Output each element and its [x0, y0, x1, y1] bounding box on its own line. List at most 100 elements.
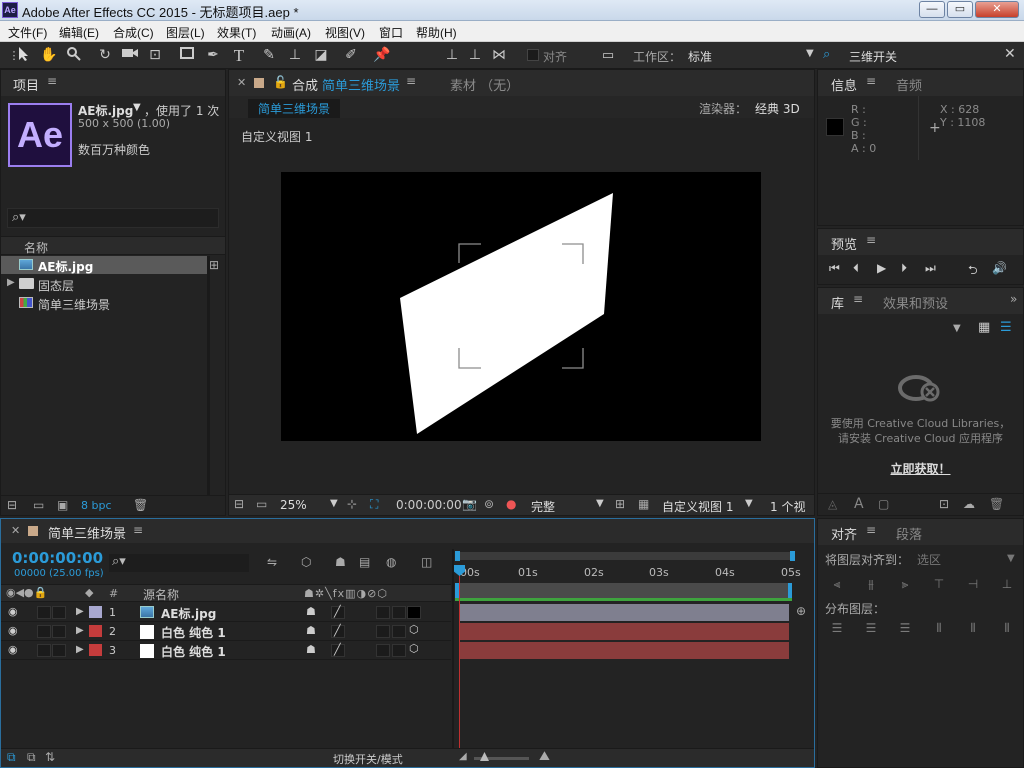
distribute-bottom-icon[interactable]: ☰ — [897, 621, 913, 635]
align-to-dropdown-icon[interactable]: ▼ — [1007, 553, 1015, 564]
timeline-current-time[interactable]: 0:00:00:00 — [12, 549, 103, 567]
distribute-left-icon[interactable]: ⦀ — [931, 621, 947, 635]
distribute-vertical-center-icon[interactable]: ☰ — [863, 621, 879, 635]
active-composition-chip[interactable]: 简单三维场景 — [248, 99, 341, 118]
composition-viewer[interactable] — [281, 172, 761, 441]
menu-animation[interactable]: 动画(A) — [271, 24, 311, 41]
hand-tool-icon[interactable]: ✋ — [39, 46, 59, 65]
transparency-grid-icon[interactable]: ⊞ — [615, 497, 625, 511]
clear-search-icon[interactable]: ✕ — [1004, 46, 1016, 62]
type-tool-icon[interactable]: T — [229, 46, 249, 65]
name-column-header[interactable]: 名称 — [24, 239, 48, 256]
distribute-horizontal-center-icon[interactable]: ⦀ — [965, 621, 981, 635]
loop-icon[interactable]: ⮌ — [968, 261, 978, 282]
menu-edit[interactable]: 编辑(E) — [59, 24, 99, 41]
audio-tab[interactable]: 音频 — [896, 75, 922, 94]
3d-layer-switch[interactable] — [392, 606, 406, 619]
timeline-search-input[interactable]: ⌕▾ — [109, 554, 249, 572]
align-right-icon[interactable]: ⫸ — [897, 577, 913, 591]
expand-triangle-icon[interactable]: ▶ — [7, 277, 15, 288]
project-tab[interactable]: 项目 — [13, 75, 39, 94]
project-scrollbar[interactable] — [207, 256, 210, 502]
checkerboard-icon[interactable]: ▦ — [638, 497, 649, 511]
menu-view[interactable]: 视图(V) — [325, 24, 365, 41]
bit-depth-button[interactable]: 8 bpc — [81, 499, 112, 512]
in-out-pane-icon[interactable]: ⇅ — [45, 750, 55, 764]
view-dropdown-icon[interactable]: ▼ — [745, 498, 753, 509]
align-tab[interactable]: 对齐 — [831, 524, 857, 543]
expand-layer-icon[interactable]: ▶ — [76, 606, 84, 617]
time-ruler[interactable]: 00s 01s 02s 03s 04s 05s — [455, 563, 801, 583]
work-area-end[interactable] — [788, 583, 792, 598]
layer-switches-pane-icon[interactable]: ⧉ — [7, 750, 16, 765]
rotate-tool-icon[interactable]: ↻ — [95, 46, 115, 65]
project-row-folder[interactable]: ▶ 固态层 — [1, 275, 207, 293]
visibility-eye-icon[interactable]: ◉ — [8, 624, 18, 637]
visibility-eye-icon[interactable]: ◉ — [8, 643, 18, 656]
adjustment-switch[interactable] — [376, 644, 390, 657]
menu-effect[interactable]: 效果(T) — [217, 24, 256, 41]
brush-tool-icon[interactable]: ✎ — [259, 46, 279, 65]
3d-layer-cube-icon[interactable]: ⬡ — [409, 642, 419, 655]
minimize-button[interactable]: — — [919, 1, 945, 18]
local-axis-mode-icon[interactable]: ⊥ — [442, 46, 462, 65]
add-graphic-icon[interactable]: ▢ — [878, 497, 889, 511]
close-timeline-icon[interactable]: ✕ — [11, 524, 20, 537]
layer-row[interactable]: ◉ ▶ 2 白色 纯色 1 ☗ ╱ ⬡ — [1, 622, 451, 641]
shy-switch-icon[interactable]: ☗ — [306, 605, 316, 618]
lock-icon[interactable]: 🔓 — [273, 75, 288, 89]
channel-icon[interactable]: ● — [506, 497, 516, 511]
time-navigator[interactable] — [455, 551, 795, 561]
get-creative-cloud-link[interactable]: 立即获取！ — [818, 460, 1023, 477]
menu-file[interactable]: 文件(F) — [8, 24, 47, 41]
effects-presets-tab[interactable]: 效果和预设 — [883, 293, 948, 312]
list-view-icon[interactable]: ☰ — [1000, 320, 1012, 335]
comp-flowchart-icon[interactable]: ⇋ — [267, 555, 277, 569]
lock-toggle[interactable] — [52, 606, 66, 619]
camera-tool-icon[interactable] — [120, 46, 140, 65]
layer-label-color[interactable] — [89, 625, 102, 637]
quality-switch[interactable]: ╱ — [331, 605, 345, 619]
resolution-select[interactable]: 完整 — [531, 498, 555, 515]
comp-button-icon[interactable]: ⊕ — [796, 604, 806, 618]
layer-label-color[interactable] — [89, 644, 102, 656]
graph-editor-icon[interactable]: ◫ — [421, 555, 432, 569]
parent-switch[interactable] — [407, 606, 421, 619]
library-menu-icon[interactable]: ≡ — [853, 292, 863, 306]
shy-switch-icon[interactable]: ☗ — [306, 643, 316, 656]
current-time-display[interactable]: 0:00:00:00 — [396, 498, 462, 512]
resolution-dropdown-icon[interactable]: ▼ — [596, 498, 604, 509]
clone-stamp-tool-icon[interactable]: ⊥ — [285, 46, 305, 65]
new-folder-icon[interactable]: ▭ — [33, 498, 44, 512]
composition-tab-name[interactable]: 简单三维场景 — [322, 75, 400, 94]
play-icon[interactable]: ▶ — [877, 261, 886, 275]
add-color-icon[interactable]: ◬ — [828, 497, 837, 511]
timeline-tab[interactable]: 简单三维场景 — [48, 523, 126, 542]
info-menu-icon[interactable]: ≡ — [866, 74, 876, 88]
source-name-header[interactable]: 源名称 — [143, 586, 179, 603]
next-frame-icon[interactable]: ⏵ — [901, 261, 907, 276]
workspace-select[interactable]: 标准 — [688, 48, 712, 65]
3d-layer-cube-icon[interactable]: ⬡ — [409, 623, 419, 636]
adjustment-switch[interactable] — [376, 625, 390, 638]
layer-duration-bar[interactable] — [460, 604, 789, 621]
solo-toggle[interactable] — [37, 606, 51, 619]
grid-view-icon[interactable]: ▦ — [978, 320, 990, 335]
label-column-icon[interactable]: ◆ — [85, 586, 93, 599]
toggle-switches-modes-button[interactable]: 切换开关/模式 — [333, 751, 403, 767]
project-search-input[interactable]: ⌕▾ — [7, 208, 219, 228]
workspace-toggle-icon[interactable]: ▭ — [598, 46, 618, 65]
mute-audio-icon[interactable]: 🔊 — [992, 261, 1007, 275]
preview-tab[interactable]: 预览 — [831, 234, 857, 253]
rectangle-tool-icon[interactable] — [177, 46, 197, 65]
zoom-out-icon[interactable]: ◢ — [459, 751, 467, 762]
library-delete-icon[interactable]: 🗑 — [989, 497, 1004, 511]
library-select-dropdown-icon[interactable]: ▼ — [953, 323, 961, 334]
fit-to-frame-icon[interactable]: ⊹ — [347, 497, 357, 511]
vr-display-icon[interactable]: ▭ — [256, 497, 267, 511]
layer-label-color[interactable] — [89, 606, 102, 618]
project-row-selected[interactable]: AE标.jpg — [1, 256, 207, 274]
close-tab-icon[interactable]: ✕ — [237, 76, 246, 89]
work-area-bar[interactable] — [455, 583, 792, 598]
library-tab[interactable]: 库 — [831, 293, 844, 312]
